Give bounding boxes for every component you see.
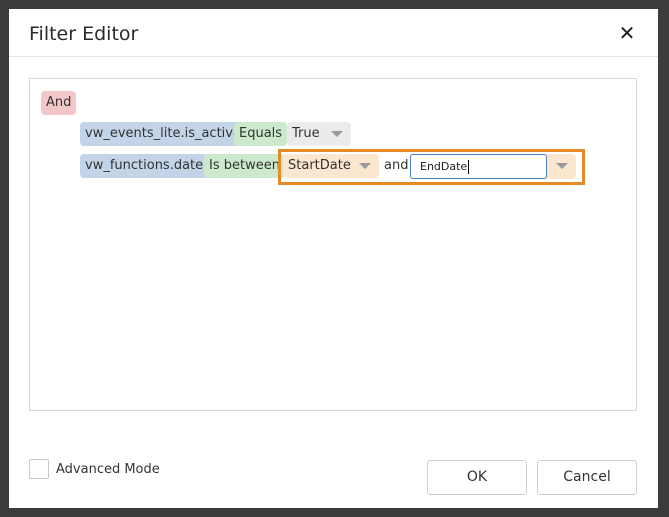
condition-2-operator[interactable]: Is between [204, 154, 285, 178]
filter-editor-dialog: Filter Editor ✕ And vw_events_lite.is_ac… [9, 9, 658, 508]
ok-button[interactable]: OK [427, 460, 527, 495]
condition-1-field[interactable]: vw_events_lite.is_active [80, 122, 246, 146]
chevron-down-icon [359, 163, 371, 169]
chevron-down-icon [556, 163, 568, 169]
title-bar: Filter Editor ✕ [9, 9, 658, 57]
condition-2-from-dropdown[interactable]: StartDate [283, 154, 379, 178]
text-cursor [468, 160, 470, 174]
condition-2-from-value: StartDate [288, 158, 351, 173]
cancel-button[interactable]: Cancel [537, 460, 637, 495]
dialog-title: Filter Editor [29, 23, 139, 45]
condition-1-value: True [292, 126, 320, 141]
condition-2-to-dropdown[interactable]: EndDate [410, 154, 576, 179]
condition-2-to-input[interactable]: EndDate [410, 154, 547, 179]
chevron-down-icon [331, 131, 343, 137]
condition-2-to-value: EndDate [420, 160, 468, 173]
advanced-mode-label: Advanced Mode [56, 462, 160, 477]
condition-2-field[interactable]: vw_functions.date [80, 154, 209, 178]
advanced-mode-checkbox[interactable] [29, 459, 49, 479]
condition-1-operator[interactable]: Equals [234, 122, 288, 146]
close-icon[interactable]: ✕ [616, 22, 638, 44]
between-connector: and [384, 158, 409, 173]
condition-1-value-dropdown[interactable]: True [287, 122, 351, 146]
filter-tree-editor: And vw_events_lite.is_active Equals True… [29, 78, 637, 411]
group-operator-and[interactable]: And [41, 91, 77, 115]
